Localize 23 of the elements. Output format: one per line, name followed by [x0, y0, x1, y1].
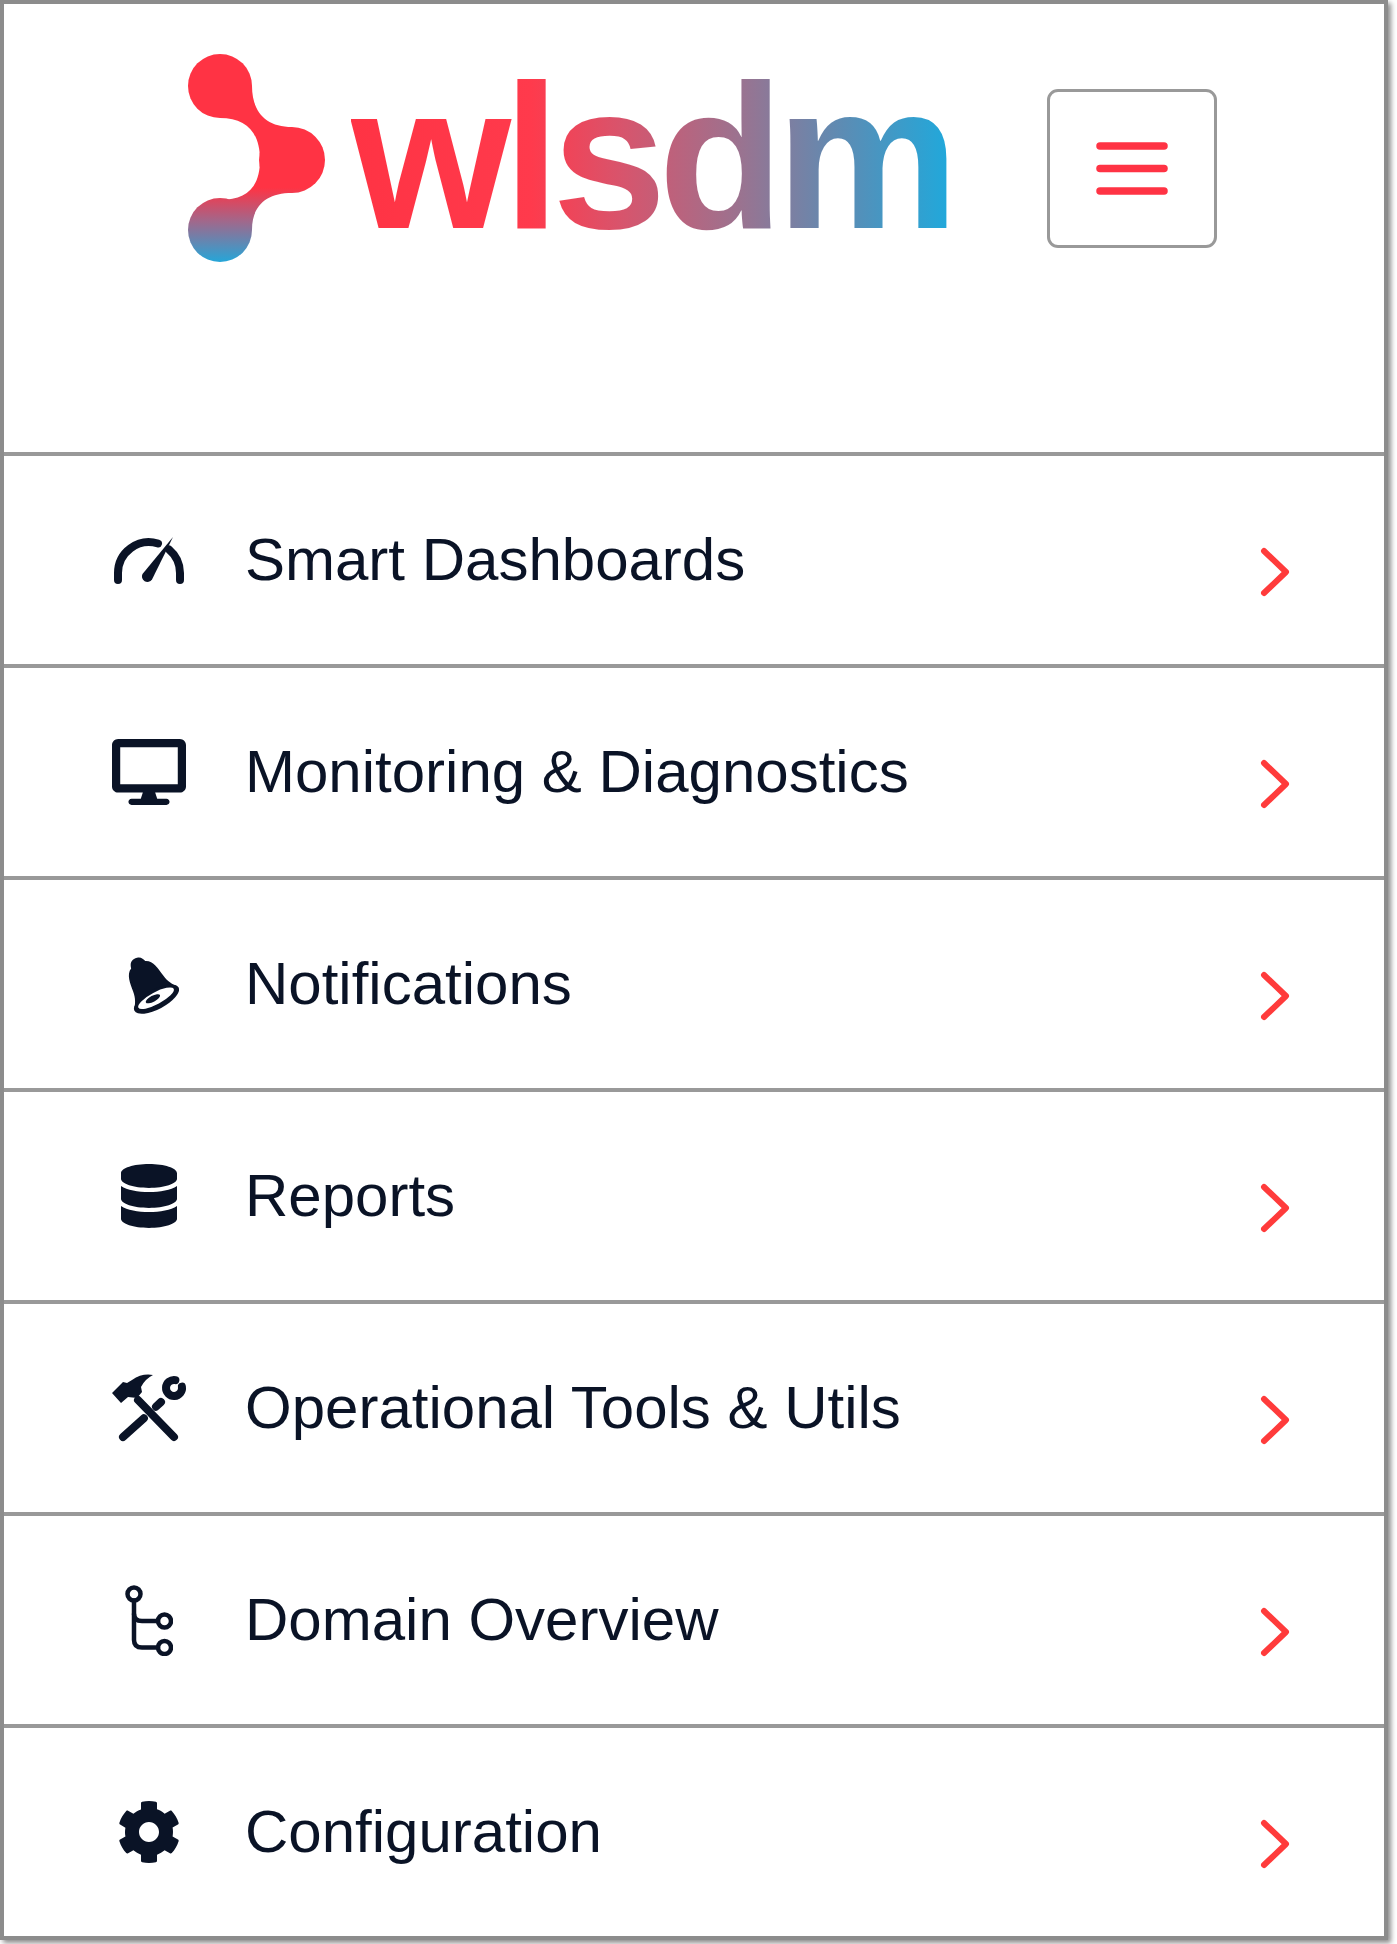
chevron-right-icon [1260, 1819, 1290, 1869]
settings-icon [117, 1800, 181, 1864]
chevron-right-icon [1260, 1395, 1290, 1445]
menu-item[interactable]: Notifications [4, 876, 1384, 1088]
chevron-right-icon [1260, 1607, 1290, 1657]
menu-item[interactable]: Operational Tools & Utils [4, 1300, 1384, 1512]
menu-item[interactable]: Monitoring & Diagnostics [4, 664, 1384, 876]
speedometer-icon [112, 535, 186, 585]
logo-mark-icon [186, 52, 326, 264]
menu-button[interactable] [1047, 89, 1217, 248]
menu-item[interactable]: Reports [4, 1088, 1384, 1300]
chevron-right-icon [1260, 971, 1290, 1021]
monitor-icon [112, 739, 186, 805]
chevron-right-icon [1260, 547, 1290, 597]
menu-item[interactable]: Configuration [4, 1724, 1384, 1936]
chevron-right-icon [1260, 759, 1290, 809]
menu-item[interactable]: Smart Dashboards [4, 452, 1384, 664]
hammer-wrench-icon [111, 1374, 187, 1442]
chevron-right-icon [1260, 1183, 1290, 1233]
database-icon [121, 1163, 177, 1229]
tree-branch-icon [125, 1584, 173, 1656]
menu-icon [1096, 142, 1168, 195]
menu-item[interactable]: Domain Overview [4, 1512, 1384, 1724]
